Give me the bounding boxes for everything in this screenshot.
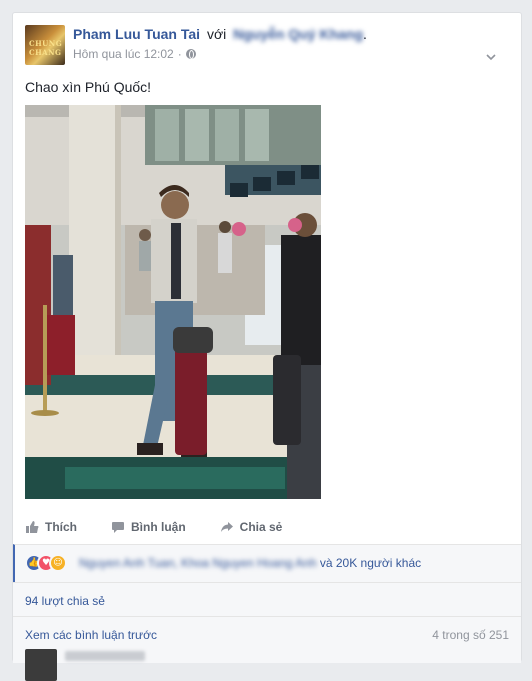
- post-header: CHUNG CHANG Pham Luu Tuan Tai với Nguyễn…: [25, 25, 509, 65]
- commenter-avatar[interactable]: [25, 649, 57, 681]
- tagged-friend-name[interactable]: Nguyễn Quý Khang: [233, 26, 363, 42]
- view-previous-comments-link[interactable]: Xem các bình luận trước: [25, 628, 157, 642]
- comments-bar: Xem các bình luận trước 4 trong số 251: [13, 616, 521, 681]
- post-meta: Hôm qua lúc 12:02 ·: [73, 47, 196, 61]
- avatar-lettering: CHUNG CHANG: [29, 39, 63, 57]
- share-arrow-icon: [220, 522, 233, 532]
- shares-count[interactable]: 94 lượt chia sẻ: [25, 594, 105, 608]
- reactor-others[interactable]: và 20K người khác: [320, 556, 421, 570]
- author-name[interactable]: Pham Luu Tuan Tai: [73, 26, 200, 42]
- with-label: với: [206, 26, 227, 42]
- author-avatar[interactable]: CHUNG CHANG: [25, 25, 65, 65]
- post-timestamp[interactable]: Hôm qua lúc 12:02: [73, 47, 174, 61]
- globe-icon[interactable]: [185, 49, 196, 59]
- like-label: Thích: [45, 520, 77, 534]
- meta-separator: ·: [177, 47, 182, 61]
- reaction-icons[interactable]: 👍 ♥ ☺: [25, 554, 67, 572]
- shares-bar: 94 lượt chia sẻ: [13, 582, 521, 616]
- tagged-suffix: .: [363, 26, 367, 42]
- airport-photo: [25, 105, 321, 499]
- commenter-name-blurred[interactable]: [65, 651, 145, 661]
- share-label: Chia sẻ: [239, 520, 283, 534]
- author-line: Pham Luu Tuan Tai với Nguyễn Quý Khang.: [73, 26, 367, 42]
- like-button[interactable]: Thích: [25, 517, 77, 537]
- comment-label: Bình luận: [131, 520, 186, 534]
- chevron-down-icon[interactable]: [485, 51, 497, 63]
- reactions-summary: 👍 ♥ ☺ Nguyen Anh Tuan, Khoa Nguyen Hoang…: [13, 544, 521, 582]
- share-button[interactable]: Chia sẻ: [220, 517, 283, 537]
- reaction-names-line: Nguyen Anh Tuan, Khoa Nguyen Hoang Anh v…: [79, 556, 421, 570]
- comment-icon: [112, 522, 124, 533]
- post-card: CHUNG CHANG Pham Luu Tuan Tai với Nguyễn…: [12, 12, 522, 681]
- thumbs-up-icon: [26, 521, 39, 533]
- comment-count: 4 trong số 251: [432, 628, 509, 642]
- post-actions: Thích Bình luận Chia sẻ: [25, 517, 505, 537]
- post-text: Chao xìn Phú Quốc!: [25, 79, 152, 95]
- post-photo[interactable]: [25, 105, 321, 499]
- reactor-names[interactable]: Nguyen Anh Tuan, Khoa Nguyen Hoang Anh: [79, 556, 317, 570]
- haha-reaction-icon: ☺: [49, 554, 67, 572]
- comment-button[interactable]: Bình luận: [111, 517, 186, 537]
